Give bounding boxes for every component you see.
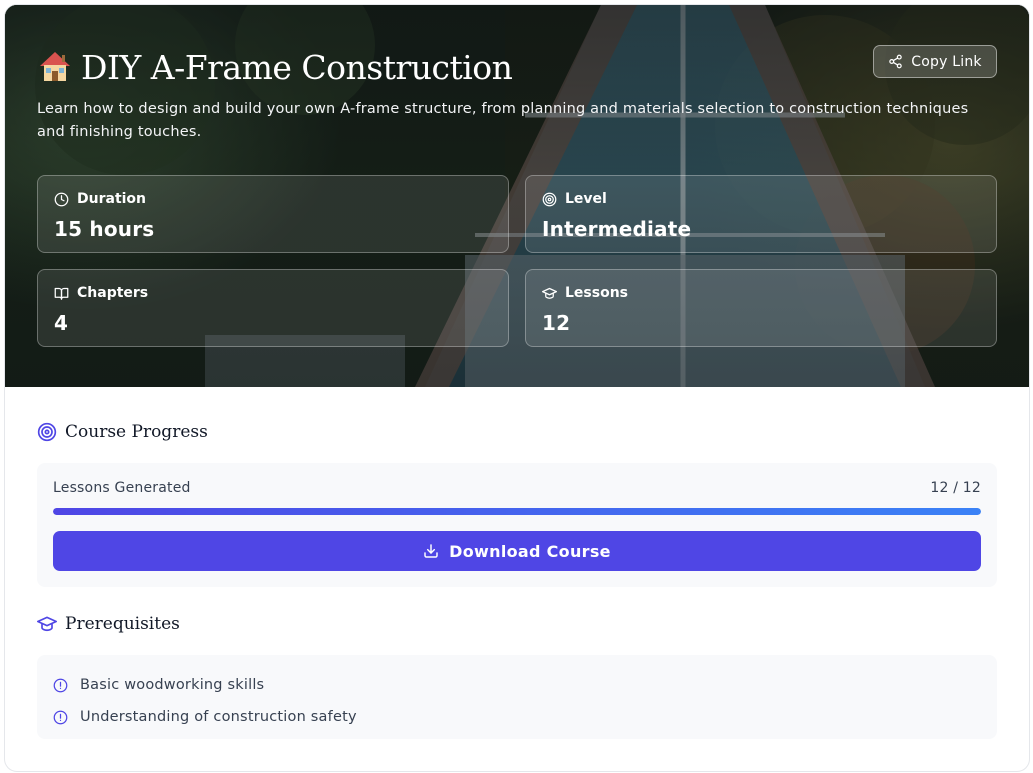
graduation-cap-icon (37, 616, 57, 632)
progress-bar-fill (53, 508, 981, 515)
copy-link-button[interactable]: Copy Link (873, 45, 997, 78)
stat-chapters-label: Chapters (77, 285, 149, 301)
prerequisites-title: Prerequisites (65, 614, 180, 634)
progress-label: Lessons Generated (53, 480, 191, 496)
stat-lessons-value: 12 (542, 311, 571, 335)
course-title-text: DIY A-Frame Construction (81, 47, 513, 87)
prerequisites-list: Basic woodworking skills Understanding o… (37, 655, 997, 739)
list-item: Basic woodworking skills (37, 669, 997, 701)
stat-level-label: Level (565, 191, 607, 207)
stat-duration-value: 15 hours (54, 217, 155, 241)
stat-chapters: Chapters 4 (37, 269, 509, 347)
book-open-icon (54, 287, 69, 300)
course-progress-heading: Course Progress (37, 422, 208, 442)
stat-duration: Duration 15 hours (37, 175, 509, 253)
progress-count: 12 / 12 (930, 480, 981, 496)
course-description: Learn how to design and build your own A… (37, 101, 969, 140)
progress-panel: Lessons Generated 12 / 12 Download Cours… (37, 463, 997, 587)
share-icon (889, 54, 903, 69)
download-course-label: Download Course (449, 541, 611, 561)
stat-duration-label: Duration (77, 191, 147, 207)
clock-icon (54, 192, 69, 206)
download-icon (424, 544, 438, 558)
course-card: DIY A-Frame Construction Copy Link Learn… (5, 5, 1029, 771)
alert-circle-icon (53, 678, 68, 692)
target-icon (542, 192, 557, 206)
stat-level: Level Intermediate (525, 175, 997, 253)
list-item: Understanding of construction safety (37, 701, 997, 733)
stat-lessons-label: Lessons (565, 285, 628, 301)
course-hero: DIY A-Frame Construction Copy Link Learn… (5, 5, 1029, 387)
house-icon (40, 52, 70, 81)
target-icon (37, 422, 57, 442)
prerequisite-text: Understanding of construction safety (80, 709, 357, 725)
progress-bar (53, 508, 981, 515)
course-title: DIY A-Frame Construction (37, 43, 513, 91)
download-course-button[interactable]: Download Course (53, 531, 981, 571)
copy-link-label: Copy Link (911, 53, 982, 70)
stat-lessons: Lessons 12 (525, 269, 997, 347)
course-progress-title: Course Progress (65, 422, 208, 442)
graduation-cap-icon (542, 287, 557, 299)
prerequisite-text: Basic woodworking skills (80, 677, 265, 693)
alert-circle-icon (53, 710, 68, 724)
stat-chapters-value: 4 (54, 311, 69, 335)
stat-level-value: Intermediate (542, 217, 692, 241)
prerequisites-heading: Prerequisites (37, 614, 180, 634)
